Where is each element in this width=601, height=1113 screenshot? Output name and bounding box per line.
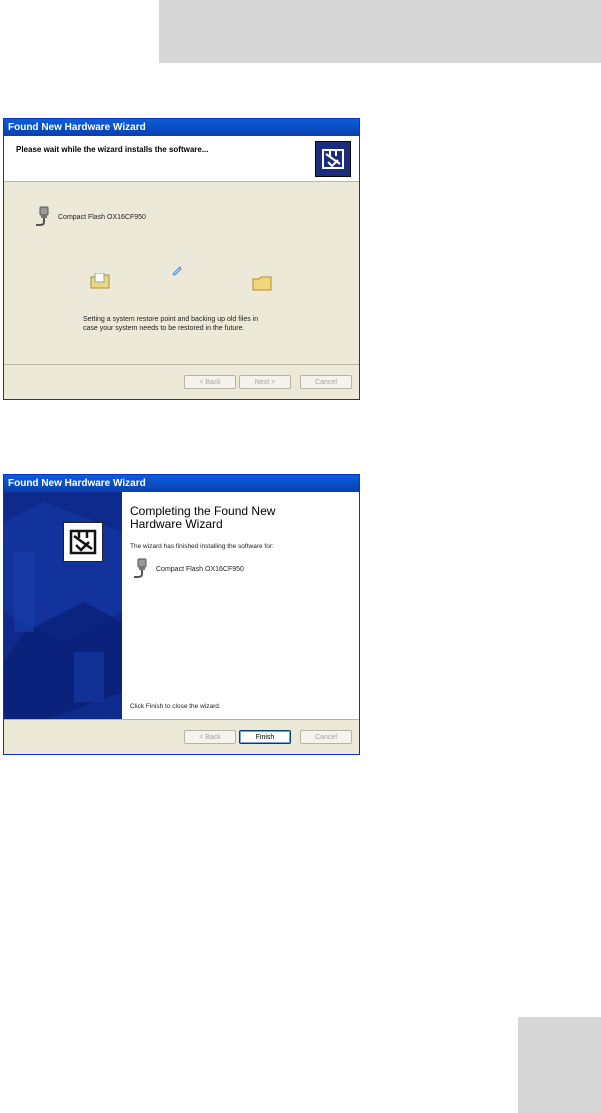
hardware-wizard-icon xyxy=(63,522,103,562)
wizard-header: Please wait while the wizard installs th… xyxy=(4,136,359,182)
device-name: Compact Flash OX16CF950 xyxy=(58,213,146,221)
serial-connector-icon xyxy=(36,206,49,226)
back-button[interactable]: < Back xyxy=(184,375,236,389)
finish-button[interactable]: Finish xyxy=(239,730,291,744)
wizard-content: Completing the Found New Hardware Wizard… xyxy=(122,492,359,721)
source-folder-icon xyxy=(90,273,110,289)
wizard-side-panel xyxy=(4,492,122,721)
close-hint: Click Finish to close the wizard. xyxy=(130,703,221,710)
bottom-right-gray-block xyxy=(518,1017,601,1113)
status-message: Setting a system restore point and backi… xyxy=(83,316,259,332)
cancel-button[interactable]: Cancel xyxy=(300,730,352,744)
window-title: Found New Hardware Wizard xyxy=(4,119,359,136)
install-progress-window: Found New Hardware Wizard Please wait wh… xyxy=(3,118,360,400)
serial-connector-icon xyxy=(134,558,147,578)
hardware-wizard-icon xyxy=(315,141,351,177)
completion-window: Found New Hardware Wizard Completing the… xyxy=(3,474,360,755)
device-row: Compact Flash OX16CF950 xyxy=(132,558,244,580)
header-text: Please wait while the wizard installs th… xyxy=(16,145,209,154)
window-title: Found New Hardware Wizard xyxy=(4,475,359,492)
button-bar: < Back Finish Cancel xyxy=(4,719,359,754)
cancel-button[interactable]: Cancel xyxy=(300,375,352,389)
next-button[interactable]: Next > xyxy=(239,375,291,389)
button-bar: < Back Next > Cancel xyxy=(4,364,359,399)
back-button[interactable]: < Back xyxy=(184,730,236,744)
completion-subtitle: The wizard has finished installing the s… xyxy=(130,543,274,550)
flying-document-icon xyxy=(172,266,182,276)
completion-heading: Completing the Found New Hardware Wizard xyxy=(130,504,276,531)
top-gray-bar xyxy=(159,0,601,63)
device-row: Compact Flash OX16CF950 xyxy=(34,206,146,228)
destination-folder-icon xyxy=(252,276,272,291)
device-name: Compact Flash OX16CF950 xyxy=(156,565,244,573)
